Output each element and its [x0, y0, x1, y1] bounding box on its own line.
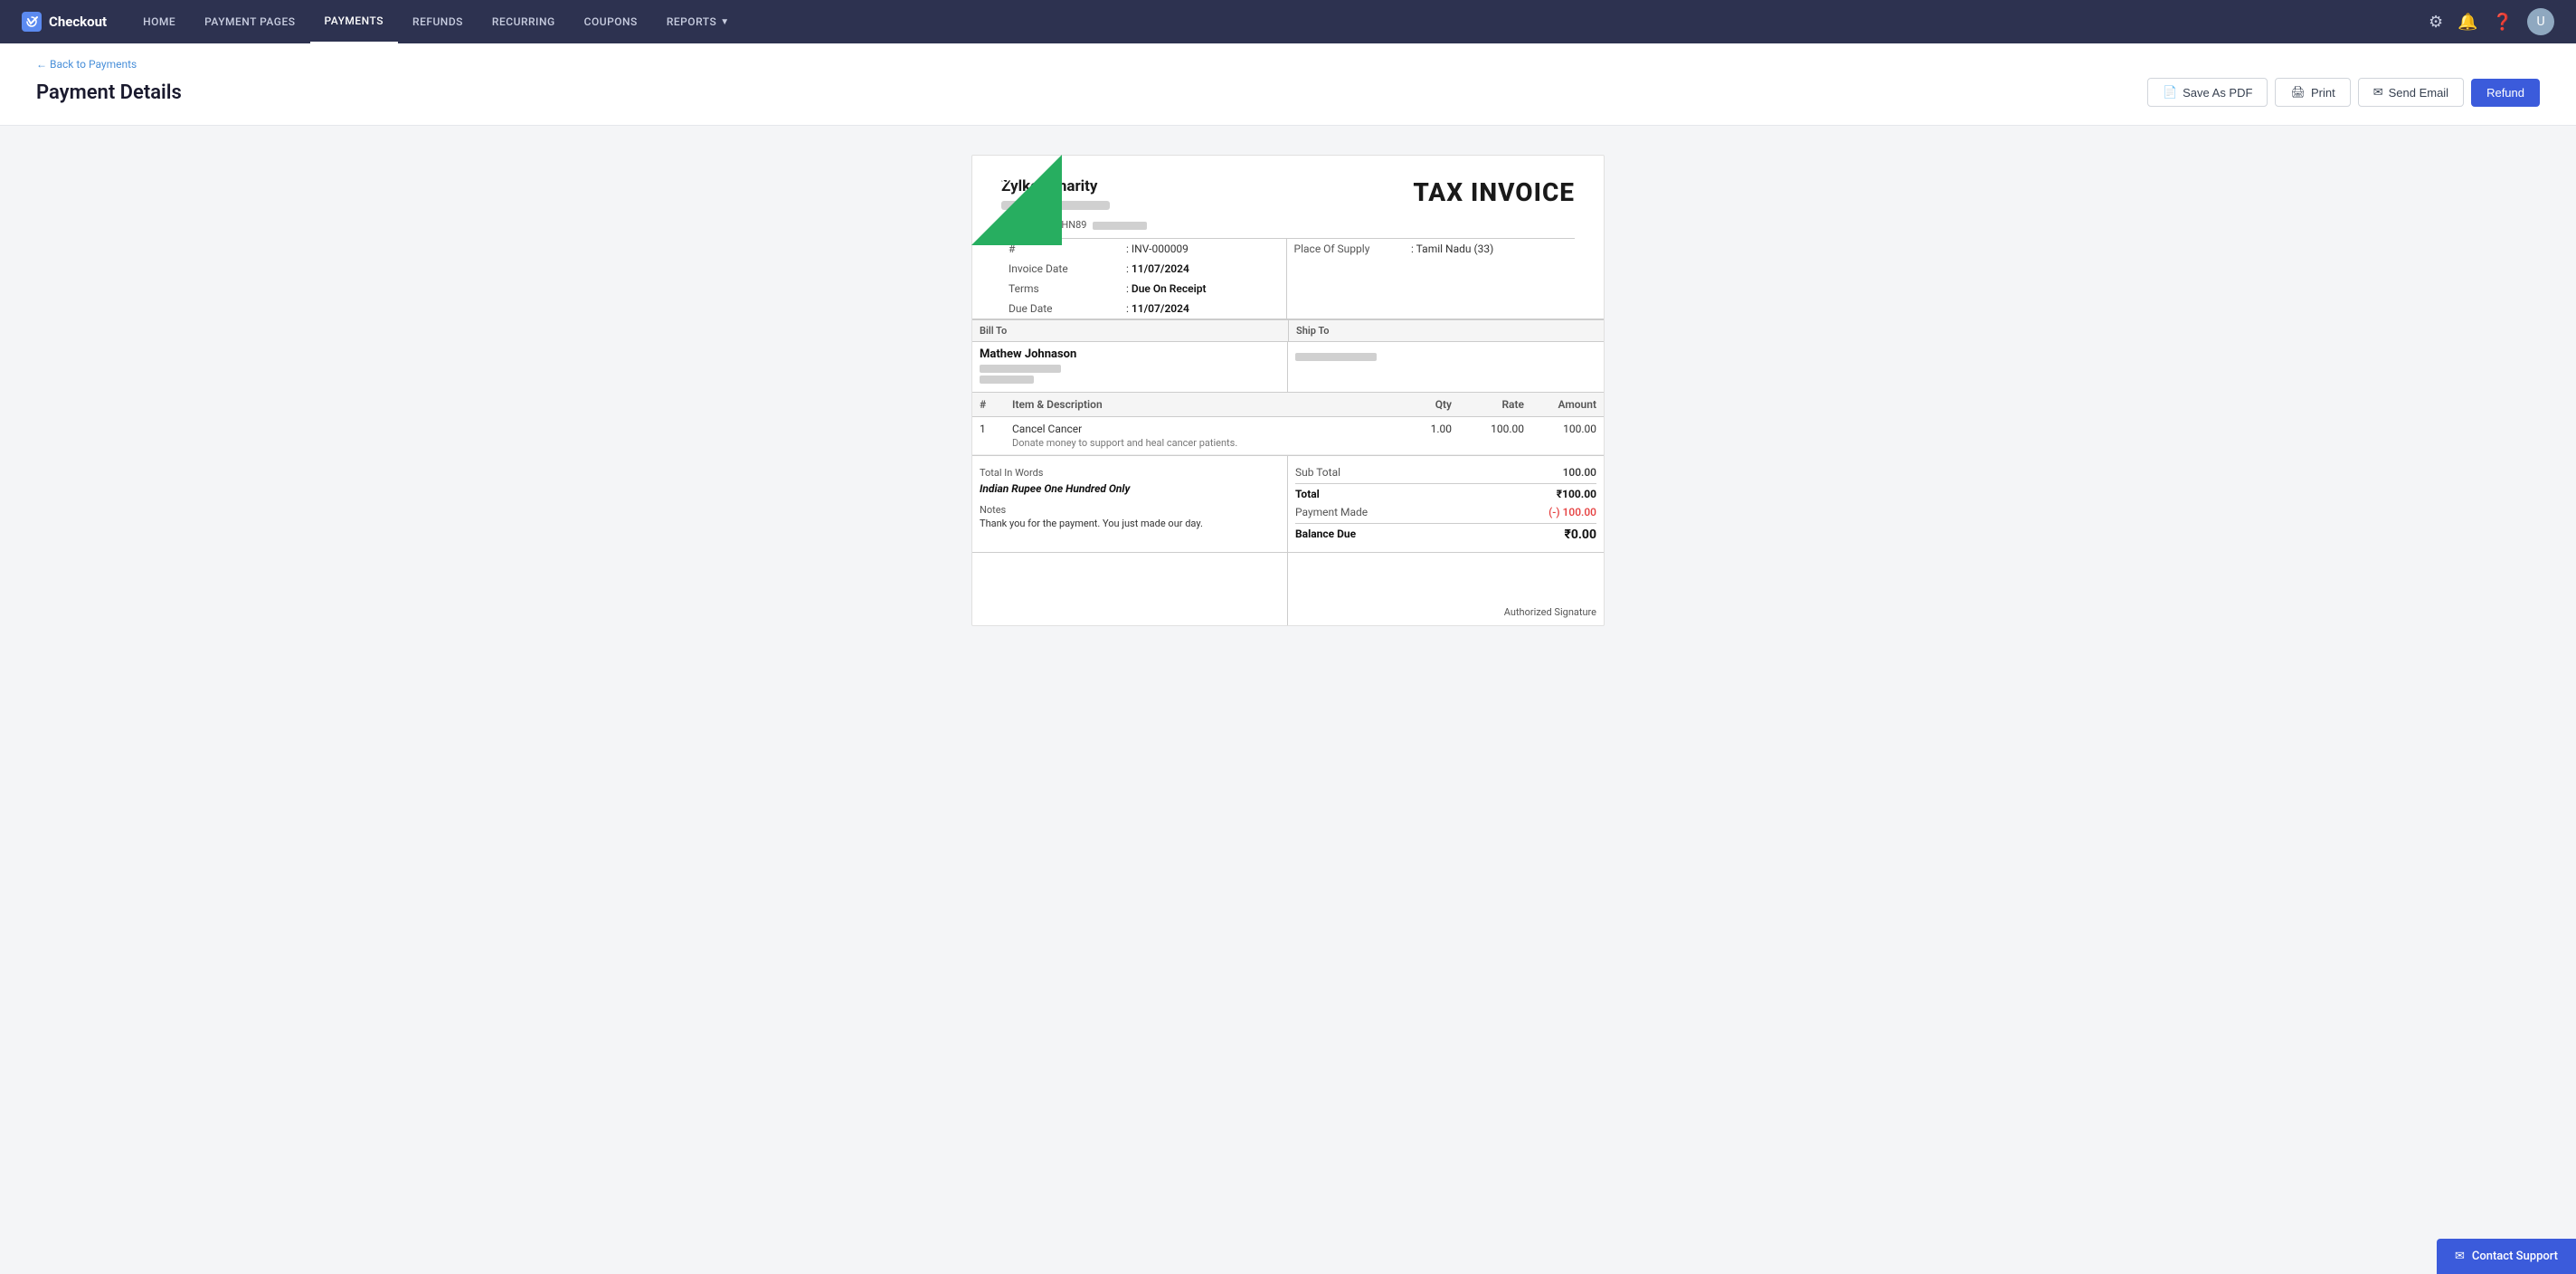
col-rate: Rate	[1459, 393, 1531, 417]
col-amount: Amount	[1531, 393, 1604, 417]
place-supply-value: Tamil Nadu (33)	[1416, 242, 1494, 255]
navbar: Checkout HOME PAYMENT PAGES PAYMENTS REF…	[0, 0, 2576, 43]
item-name-cell: Cancel Cancer Donate money to support an…	[1005, 417, 1396, 455]
notes-value: Thank you for the payment. You just made…	[980, 518, 1280, 529]
bill-name: Mathew Johnason	[980, 347, 1280, 361]
nav-links: HOME PAYMENT PAGES PAYMENTS REFUNDS RECU…	[128, 0, 2429, 43]
page-header: ← Back to Payments Payment Details 📄 Sav…	[0, 43, 2576, 126]
auth-sig-right: Authorized Signature	[1288, 553, 1604, 625]
total-words-value: Indian Rupee One Hundred Only	[980, 482, 1280, 495]
chevron-down-icon: ▼	[720, 17, 729, 27]
nav-right: ⚙ 🔔 ❓ U	[2429, 8, 2554, 35]
subtotal-row: Sub Total 100.00	[1295, 463, 1596, 481]
bill-ship-headers: Bill To Ship To	[972, 318, 1604, 341]
item-rate: 100.00	[1459, 417, 1531, 455]
save-pdf-button[interactable]: 📄 Save As PDF	[2147, 78, 2268, 107]
item-num: 1	[972, 417, 1005, 455]
nav-payments[interactable]: PAYMENTS	[310, 0, 398, 43]
settings-icon[interactable]: ⚙	[2429, 13, 2443, 32]
subtotal-value: 100.00	[1563, 466, 1596, 479]
help-icon[interactable]: ❓	[2493, 13, 2513, 32]
nav-payment-pages[interactable]: PAYMENT PAGES	[190, 0, 309, 43]
invoice-meta-table: # : INV-000009 Place Of Supply : Tamil N…	[1001, 238, 1575, 318]
brand-name: Checkout	[49, 14, 107, 30]
table-row: 1 Cancel Cancer Donate money to support …	[972, 417, 1604, 455]
ship-to-cell	[1288, 342, 1604, 392]
contact-support-icon: ✉	[2455, 1250, 2465, 1263]
due-date-label: Due Date	[1001, 299, 1119, 318]
nav-home[interactable]: HOME	[128, 0, 190, 43]
contact-support-label: Contact Support	[2472, 1250, 2558, 1263]
invoice-date-value: 11/07/2024	[1132, 262, 1189, 275]
footer-right: Sub Total 100.00 Total ₹100.00 Payment M…	[1288, 456, 1604, 552]
subtotal-label: Sub Total	[1295, 466, 1340, 479]
invoice-top: Zylker Charity GSTIN 33EOJHN89 TAX INVOI…	[972, 156, 1604, 318]
balance-due-row: Balance Due ₹0.00	[1295, 523, 1596, 545]
terms-value: Due On Receipt	[1132, 282, 1207, 295]
terms-label: Terms	[1001, 279, 1119, 299]
nav-refunds[interactable]: REFUNDS	[398, 0, 478, 43]
back-link[interactable]: ← Back to Payments	[36, 58, 2540, 71]
email-icon: ✉	[2373, 85, 2383, 100]
nav-coupons[interactable]: COUPONS	[570, 0, 652, 43]
auth-sig-left	[972, 553, 1288, 625]
bill-address-blur	[980, 365, 1061, 373]
bill-to-header: Bill To	[972, 319, 1288, 341]
total-label: Total	[1295, 488, 1320, 500]
bill-to-cell: Mathew Johnason	[972, 342, 1288, 392]
bill-address-blur-2	[980, 376, 1034, 384]
page-title: Payment Details	[36, 81, 182, 104]
total-row: Total ₹100.00	[1295, 483, 1596, 503]
total-value: ₹100.00	[1557, 488, 1596, 500]
notes-label: Notes	[980, 504, 1280, 516]
invoice-num-value: INV-000009	[1132, 242, 1189, 255]
send-email-button[interactable]: ✉ Send Email	[2358, 78, 2464, 107]
gstin-blur	[1093, 222, 1147, 230]
item-qty: 1.00	[1396, 417, 1459, 455]
contact-support-button[interactable]: ✉ Contact Support	[2437, 1239, 2576, 1274]
nav-reports[interactable]: REPORTS ▼	[652, 0, 744, 43]
paid-ribbon: Paid	[971, 155, 1062, 245]
col-item: Item & Description	[1005, 393, 1396, 417]
refund-button[interactable]: Refund	[2471, 79, 2540, 107]
invoice-wrapper: Paid Zylker Charity GSTIN 33EOJHN89 TAX …	[971, 155, 1605, 626]
balance-due-value: ₹0.00	[1564, 528, 1596, 542]
auth-sig-row: Authorized Signature	[972, 552, 1604, 625]
ship-address-blur	[1295, 353, 1377, 361]
ship-to-header: Ship To	[1288, 319, 1604, 341]
payment-made-row: Payment Made (-) 100.00	[1295, 503, 1596, 521]
col-qty: Qty	[1396, 393, 1459, 417]
item-amount: 100.00	[1531, 417, 1604, 455]
header-actions: 📄 Save As PDF 🖨 Print ✉ Send Email Refun…	[2147, 78, 2540, 107]
pdf-icon: 📄	[2163, 85, 2177, 100]
invoice-footer: Total In Words Indian Rupee One Hundred …	[972, 455, 1604, 552]
avatar[interactable]: U	[2527, 8, 2554, 35]
payment-made-value: (-) 100.00	[1548, 506, 1596, 518]
print-icon: 🖨	[2290, 85, 2306, 100]
payment-made-label: Payment Made	[1295, 506, 1368, 518]
tax-invoice-title: TAX INVOICE	[1413, 177, 1575, 207]
invoice-date-label: Invoice Date	[1001, 259, 1119, 279]
nav-recurring[interactable]: RECURRING	[478, 0, 570, 43]
items-table: # Item & Description Qty Rate Amount 1 C…	[972, 392, 1604, 455]
brand-icon	[22, 12, 42, 32]
item-desc: Donate money to support and heal cancer …	[1012, 437, 1388, 449]
main-content: Paid Zylker Charity GSTIN 33EOJHN89 TAX …	[0, 126, 2576, 655]
balance-due-label: Balance Due	[1295, 528, 1356, 542]
invoice-card: Zylker Charity GSTIN 33EOJHN89 TAX INVOI…	[971, 155, 1605, 626]
brand-logo[interactable]: Checkout	[22, 12, 107, 32]
print-button[interactable]: 🖨 Print	[2275, 78, 2350, 107]
bill-ship-row: Mathew Johnason	[972, 341, 1604, 392]
place-supply-label: Place Of Supply	[1286, 239, 1404, 260]
total-words-label: Total In Words	[980, 467, 1280, 479]
col-num: #	[972, 393, 1005, 417]
bell-icon[interactable]: 🔔	[2458, 13, 2477, 32]
authorized-signature-label: Authorized Signature	[1504, 606, 1596, 618]
footer-left: Total In Words Indian Rupee One Hundred …	[972, 456, 1288, 552]
item-name: Cancel Cancer	[1012, 423, 1388, 435]
due-date-value: 11/07/2024	[1132, 302, 1189, 315]
